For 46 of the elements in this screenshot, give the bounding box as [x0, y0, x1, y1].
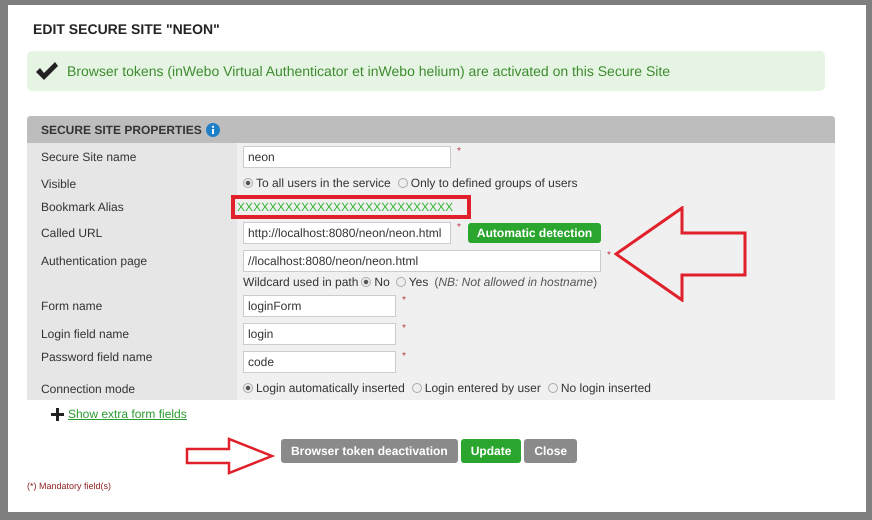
show-extra-fields-link[interactable]: Show extra form fields: [68, 407, 187, 421]
required-mark: *: [402, 351, 406, 362]
radio-label: Login automatically inserted: [256, 381, 405, 395]
plus-icon: [51, 408, 64, 420]
required-mark: *: [402, 295, 406, 306]
radio-button[interactable]: [243, 178, 253, 188]
text-field[interactable]: login: [243, 323, 396, 345]
field-label: Called URL: [41, 226, 102, 240]
radio-label: To all users in the service: [256, 176, 391, 190]
radio-button[interactable]: [548, 383, 558, 393]
required-mark: *: [402, 323, 406, 334]
required-mark: *: [457, 146, 461, 157]
text-field[interactable]: http://localhost:8080/neon/neon.html: [243, 222, 451, 244]
section-title: SECURE SITE PROPERTIES: [41, 122, 202, 136]
alias-value: XXXXXXXXXXXXXXXXXXXXXXXXXXX: [231, 195, 472, 219]
field-label: Connection mode: [41, 382, 136, 396]
alert-message: Browser tokens (inWebo Virtual Authenticator et inWebo helium) are activated on this Secure Site: [67, 63, 670, 79]
required-mark: *: [607, 250, 611, 261]
radio-label: Yes: [408, 275, 428, 289]
radio-label: Login entered by user: [424, 381, 541, 395]
radio-label: No login inserted: [560, 381, 651, 395]
field-label: Password field name: [41, 350, 152, 364]
hint-note: (NB: Not allowed in hostname): [434, 275, 598, 289]
text-field[interactable]: code: [243, 351, 396, 373]
info-icon[interactable]: [206, 122, 220, 136]
radio-label: No: [374, 275, 390, 289]
checkmark-icon: [35, 61, 59, 81]
radio-label: Only to defined groups of users: [410, 176, 578, 190]
radio-button[interactable]: [243, 383, 253, 393]
wildcard-label: Wildcard used in path: [243, 275, 358, 289]
field-label: Authentication page: [41, 254, 148, 268]
text-field[interactable]: neon: [243, 146, 451, 168]
field-label: Form name: [41, 299, 102, 313]
field-label: Secure Site name: [41, 150, 136, 164]
field-label: Login field name: [41, 327, 130, 341]
text-field[interactable]: loginForm: [243, 295, 396, 317]
field-label: Visible: [41, 177, 76, 191]
radio-button[interactable]: [396, 277, 406, 287]
required-mark: *: [457, 222, 461, 233]
mandatory-footnote: (*) Mandatory field(s): [27, 481, 112, 491]
radio-button[interactable]: [412, 383, 422, 393]
radio-button[interactable]: [361, 277, 372, 287]
text-field[interactable]: //localhost:8080/neon/neon.html: [243, 250, 601, 272]
field-label: Bookmark Alias: [41, 200, 124, 214]
radio-button[interactable]: [398, 178, 408, 188]
dialog-title: EDIT SECURE SITE "NEON": [33, 21, 221, 37]
